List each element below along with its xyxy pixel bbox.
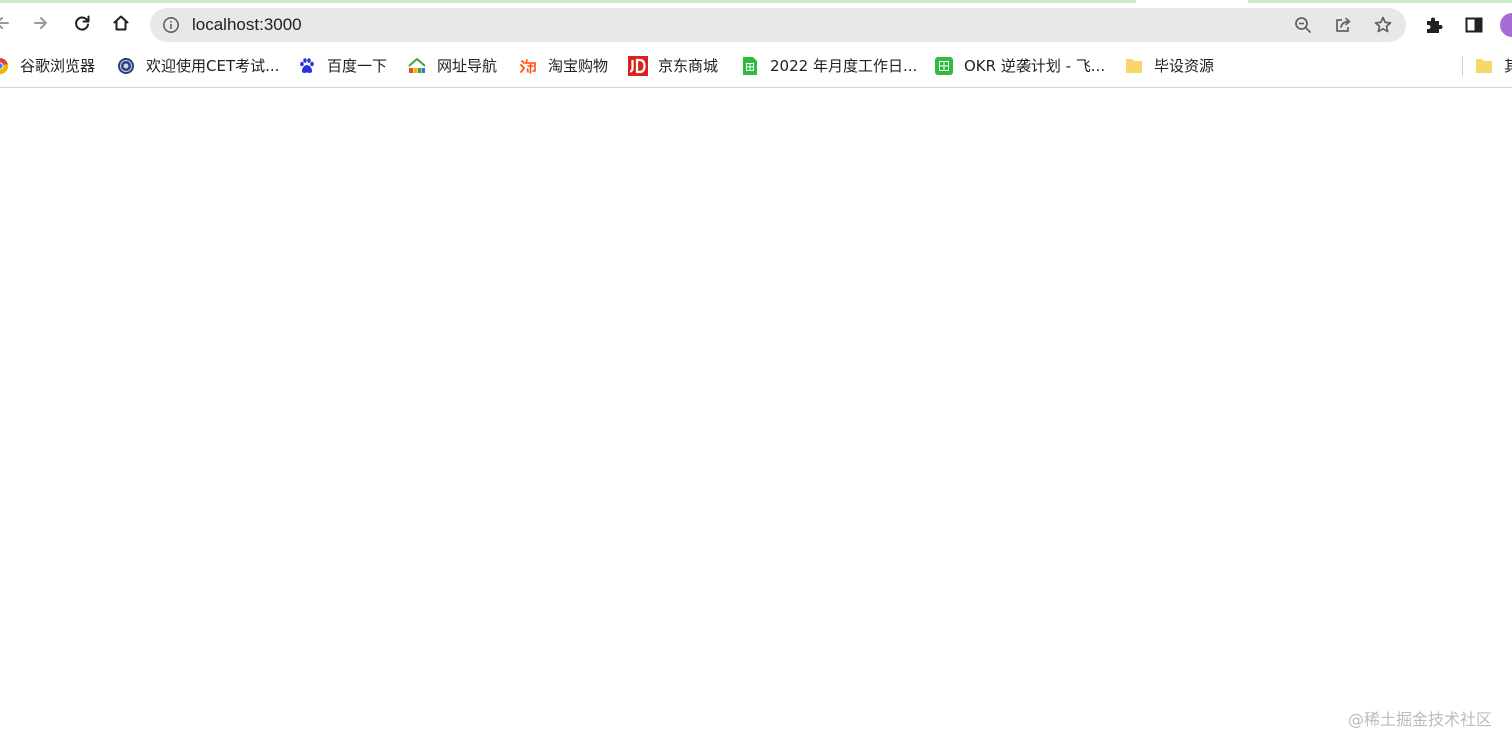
bookmark-label: 欢迎使用CET考试... (146, 57, 280, 75)
zoom-button[interactable] (1292, 14, 1314, 36)
zoom-icon (1295, 17, 1311, 33)
star-icon (1374, 16, 1392, 33)
bookmark-item[interactable]: 谷歌浏览器 (0, 55, 95, 77)
bookmark-item[interactable]: 2022 年月度工作日... (740, 55, 917, 77)
folder-icon (1474, 56, 1494, 76)
watermark: @稀土掘金技术社区 (1347, 710, 1492, 729)
back-icon (0, 17, 9, 29)
share-icon (1336, 17, 1351, 32)
reload-button[interactable] (66, 7, 98, 39)
bookmark-label: 谷歌浏览器 (20, 57, 96, 75)
side-panel-icon (1465, 17, 1483, 33)
home-icon (113, 15, 129, 31)
home-button[interactable] (105, 7, 137, 39)
bookmark-star-button[interactable] (1372, 14, 1394, 36)
bookmark-item[interactable]: 百度一下 (297, 55, 387, 77)
other-bookmarks-folder[interactable]: 其 (1474, 55, 1512, 77)
share-button[interactable] (1332, 14, 1354, 36)
cet-seal-icon (116, 56, 136, 76)
forward-button[interactable] (25, 7, 57, 39)
reload-icon (75, 15, 90, 31)
bookmark-item[interactable]: 欢迎使用CET考试... (116, 55, 279, 77)
bookmark-label: 淘宝购物 (548, 57, 609, 75)
table-icon (934, 56, 954, 76)
address-bar-url[interactable]: localhost:3000 (192, 15, 302, 35)
bookmark-item[interactable]: 网址导航 (407, 55, 497, 77)
bookmark-label: 百度一下 (327, 57, 388, 75)
bookmark-label: 其 (1504, 57, 1512, 75)
address-bar[interactable]: localhost:3000 (150, 8, 1406, 42)
folder-icon (1124, 56, 1144, 76)
bookmark-item[interactable]: OKR 逆袭计划 - 飞... (934, 55, 1105, 77)
bookmark-label: OKR 逆袭计划 - 飞... (964, 57, 1106, 75)
bookmarks-bar: 谷歌浏览器 欢迎使用CET考试... 百度一下 网址导航 淘宝购物 京东商城 2… (0, 47, 1512, 88)
baidu-paw-icon (297, 56, 317, 76)
bookmark-label: 2022 年月度工作日... (770, 57, 918, 75)
extensions-button[interactable] (1422, 13, 1446, 37)
bookmark-divider (1462, 56, 1463, 76)
bookmark-label: 毕设资源 (1154, 57, 1215, 75)
side-panel-button[interactable] (1462, 13, 1486, 37)
extensions-icon (1427, 17, 1443, 33)
bookmark-label: 网址导航 (437, 57, 498, 75)
back-button[interactable] (0, 7, 18, 39)
bookmark-folder[interactable]: 毕设资源 (1124, 55, 1214, 77)
bookmark-label: 京东商城 (658, 57, 719, 75)
taobao-icon (518, 56, 538, 76)
jd-icon (628, 56, 648, 76)
bookmark-item[interactable]: 京东商城 (628, 55, 718, 77)
chrome-icon (0, 56, 10, 76)
profile-avatar[interactable] (1500, 13, 1512, 37)
bookmark-item[interactable]: 淘宝购物 (518, 55, 608, 77)
forward-icon (34, 17, 47, 29)
browser-toolbar: localhost:3000 (0, 3, 1512, 47)
info-icon[interactable] (162, 16, 180, 34)
sheet-icon (740, 56, 760, 76)
2345-house-icon (407, 56, 427, 76)
